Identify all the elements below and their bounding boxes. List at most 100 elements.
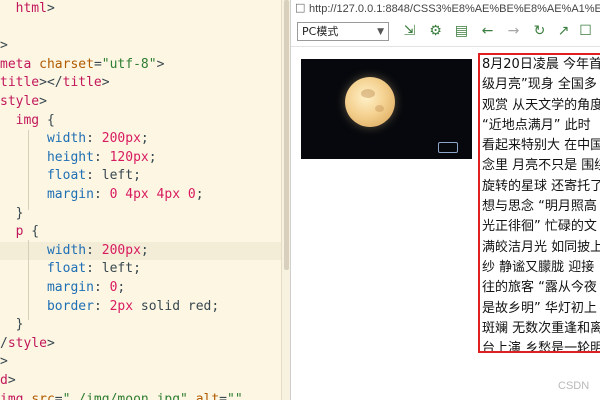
code-token: }: [0, 205, 24, 221]
code-token: 2px: [109, 298, 134, 314]
code-token: >: [46, 1, 55, 16]
paragraph-text: 8月20日凌晨 今年首 级月亮”现身 全国多 观赏 从天文学的角度 “近地点满月” 此…: [482, 55, 600, 353]
code-token: html: [15, 1, 47, 16]
code-line[interactable]: margin: 0 4px 4px 0;: [0, 186, 282, 205]
code-token: ;: [195, 187, 204, 202]
code-token: {: [39, 112, 55, 128]
code-line[interactable]: }: [0, 205, 282, 224]
code-line[interactable]: img {: [0, 112, 282, 131]
code-token: margin: [46, 280, 94, 295]
code-editor[interactable]: html> > meta charset="utf-8"> title></title…: [0, 0, 282, 400]
refresh-icon[interactable]: ↻: [531, 23, 548, 40]
indent-guide: [28, 130, 29, 210]
code-line[interactable]: >: [0, 37, 282, 56]
code-token: :: [93, 149, 110, 165]
paragraph-line: 旋转的星球 还寄托了: [482, 178, 600, 194]
code-token: ;: [133, 168, 141, 184]
paragraph-line: 台上演 乡愁是一轮明: [482, 341, 600, 353]
code-line[interactable]: title></title>: [0, 74, 282, 93]
back-icon[interactable]: ←: [479, 23, 496, 40]
csdn-watermark: CSDN: [558, 380, 590, 392]
code-line[interactable]: meta charset="utf-8">: [0, 56, 282, 75]
code-token: 120px: [109, 149, 149, 165]
code-token: border: [46, 298, 94, 314]
code-line[interactable]: height: 120px;: [0, 149, 282, 168]
paragraph-line: 念里 月亮不只是 围绕: [482, 158, 600, 174]
code-token: float: [46, 261, 87, 277]
code-token: =: [54, 391, 63, 400]
code-token: style: [0, 94, 40, 109]
code-token: =: [93, 56, 102, 72]
paragraph-line: 观赏 从天文学的角度: [482, 97, 600, 113]
editor-scrollbar-thumb[interactable]: [284, 0, 289, 270]
code-token: :: [93, 298, 110, 314]
device-mode-select[interactable]: PC模式 ▼: [297, 22, 389, 41]
code-token: src: [31, 391, 55, 400]
code-line[interactable]: margin: 0;: [0, 279, 282, 298]
paragraph-line: 8月20日凌晨 今年首: [482, 57, 600, 72]
code-token: ;: [140, 131, 149, 147]
new-window-icon[interactable]: ↗: [555, 23, 572, 40]
code-line[interactable]: p {: [0, 223, 282, 242]
code-token: 200px: [101, 242, 141, 258]
code-line[interactable]: html>: [0, 0, 282, 19]
preview-toolbar: PC模式 ▼ ⇲ ⚙ ▤ ← → ↻ ↗ ☐: [291, 18, 600, 47]
paragraph-line: 斑斓 无数次重逢和离: [482, 320, 600, 336]
code-line[interactable]: float: left;: [0, 260, 282, 279]
code-token: alt: [195, 391, 220, 400]
code-line[interactable]: d>: [0, 372, 282, 391]
code-token: >: [39, 94, 47, 109]
code-line[interactable]: border: 2px solid red;: [0, 298, 282, 317]
code-line[interactable]: img src="./img/moon.jpg" alt="": [0, 391, 282, 400]
code-token: >: [101, 75, 110, 91]
code-token: width: [46, 131, 87, 147]
forward-icon[interactable]: →: [505, 23, 522, 40]
code-line[interactable]: [0, 19, 282, 38]
code-token: height: [46, 149, 94, 165]
browser-preview-pane: □ http://127.0.0.1:8848/CSS3%E8%AE%BE%E8…: [290, 0, 600, 400]
paragraph-line: 纱 静谧又朦胧 迎接: [482, 259, 595, 275]
rendered-page: 8月20日凌晨 今年首 级月亮”现身 全国多 观赏 从天文学的角度 “近地点满月” 此…: [291, 47, 600, 400]
code-token: /: [0, 335, 8, 351]
lock-icon[interactable]: ☐: [577, 23, 594, 40]
code-token: >: [46, 335, 55, 351]
url-bar[interactable]: □ http://127.0.0.1:8848/CSS3%E8%AE%BE%E8…: [291, 0, 600, 18]
paragraph-line: 满皎洁月光 如同披上: [482, 239, 600, 255]
code-token: :: [86, 261, 102, 277]
code-line[interactable]: >: [0, 353, 282, 372]
code-line[interactable]: /style>: [0, 335, 282, 354]
code-token: style: [7, 335, 47, 351]
code-token: ;: [211, 298, 220, 314]
paragraph-line: 光正徘徊” 忙碌的文: [482, 219, 597, 235]
code-token: ></: [39, 75, 63, 91]
code-token: ;: [133, 261, 141, 277]
code-line[interactable]: width: 200px;: [0, 241, 282, 261]
screenshot-icon[interactable]: ⇲: [401, 23, 418, 40]
code-token: >: [0, 354, 8, 370]
code-token: margin: [46, 187, 94, 202]
code-line[interactable]: style>: [0, 93, 282, 112]
code-line[interactable]: width: 200px;: [0, 130, 282, 149]
console-icon[interactable]: ▤: [453, 23, 470, 40]
code-token: ;: [117, 280, 126, 295]
code-line[interactable]: float: left;: [0, 167, 282, 186]
settings-icon[interactable]: ⚙: [427, 23, 444, 40]
paragraph-line: 想与思念 “明月照高: [482, 199, 597, 215]
moon-crater: [375, 105, 384, 112]
url-text[interactable]: http://127.0.0.1:8848/CSS3%E8%AE%BE%E8%A…: [309, 1, 600, 17]
code-token: img: [0, 391, 24, 400]
code-line[interactable]: }: [0, 316, 282, 335]
code-token: :: [93, 280, 110, 295]
moon-crater: [361, 89, 375, 98]
image-watermark: [438, 142, 458, 153]
page-icon: □: [295, 1, 306, 14]
code-token: }: [0, 317, 24, 333]
code-token: ;: [140, 242, 149, 258]
code-token: :: [86, 242, 102, 258]
